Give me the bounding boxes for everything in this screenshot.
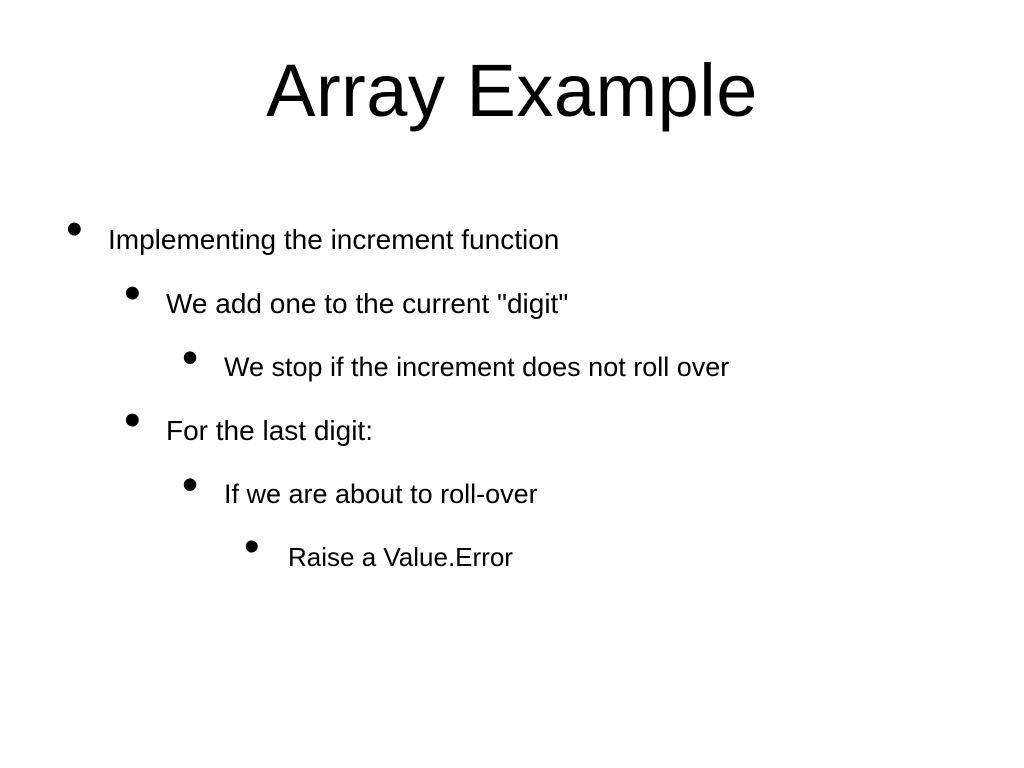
- bullet-level2: We add one to the current "digit" We sto…: [118, 290, 964, 381]
- bullet-text: We add one to the current "digit": [166, 288, 568, 319]
- bullet-text: For the last digit:: [166, 415, 373, 446]
- slide: Array Example Implementing the increment…: [0, 0, 1024, 768]
- bullet-text: If we are about to roll-over: [224, 479, 538, 509]
- slide-title: Array Example: [0, 48, 1024, 133]
- bullet-level3: If we are about to roll-over Raise a Val…: [176, 481, 964, 570]
- bullet-level4: Raise a Value.Error: [238, 544, 964, 570]
- bullet-text: We stop if the increment does not roll o…: [224, 352, 729, 382]
- bullet-text: Raise a Value.Error: [288, 542, 513, 572]
- bullet-level1: Implementing the increment function We a…: [60, 226, 964, 570]
- bullet-level3: We stop if the increment does not roll o…: [176, 354, 964, 381]
- slide-body: Implementing the increment function We a…: [60, 190, 964, 570]
- bullet-level2: For the last digit: If we are about to r…: [118, 417, 964, 570]
- bullet-text: Implementing the increment function: [108, 224, 559, 255]
